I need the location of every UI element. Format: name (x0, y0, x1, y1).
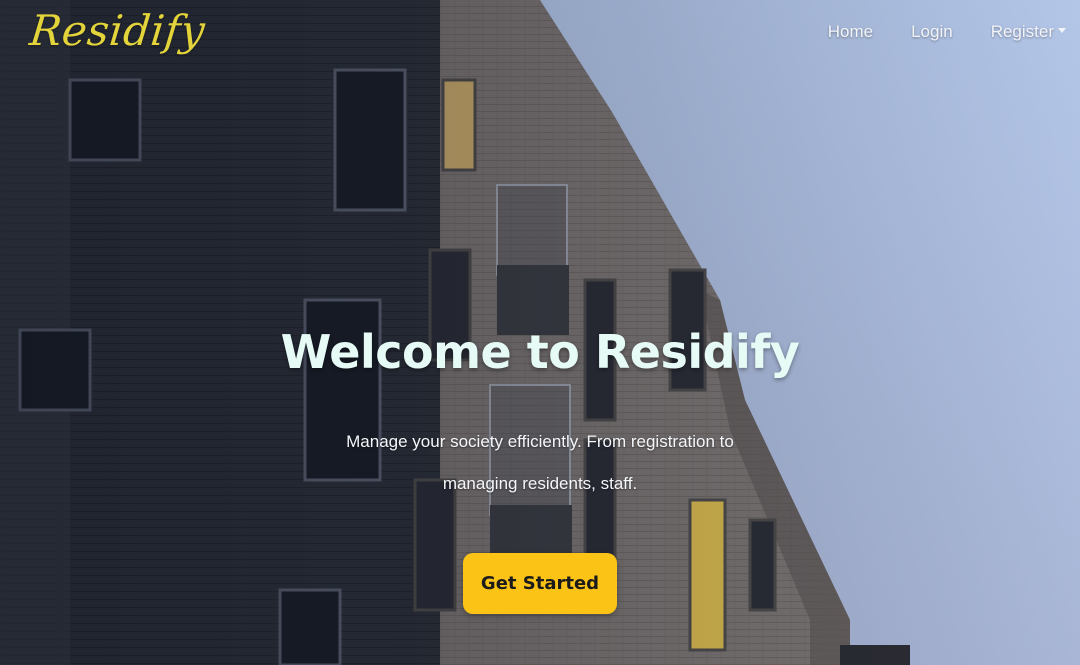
hero-title: Welcome to Residify (280, 325, 800, 379)
hero-section: Residify Home Login Register Welcome to … (0, 0, 1080, 665)
hero-content: Welcome to Residify Manage your society … (240, 325, 840, 614)
nav-register-label: Register (990, 22, 1054, 41)
top-navbar: Residify Home Login Register (0, 0, 1080, 70)
nav-home-link[interactable]: Home (828, 22, 873, 42)
nav-login-link[interactable]: Login (911, 22, 953, 42)
brand-logo[interactable]: Residify (27, 6, 207, 55)
hero-subtitle: Manage your society efficiently. From re… (346, 432, 734, 493)
get-started-button[interactable]: Get Started (462, 553, 618, 614)
nav-links: Home Login Register (790, 22, 1066, 42)
nav-register-dropdown[interactable]: Register (991, 22, 1066, 42)
caret-down-icon (1058, 27, 1066, 33)
